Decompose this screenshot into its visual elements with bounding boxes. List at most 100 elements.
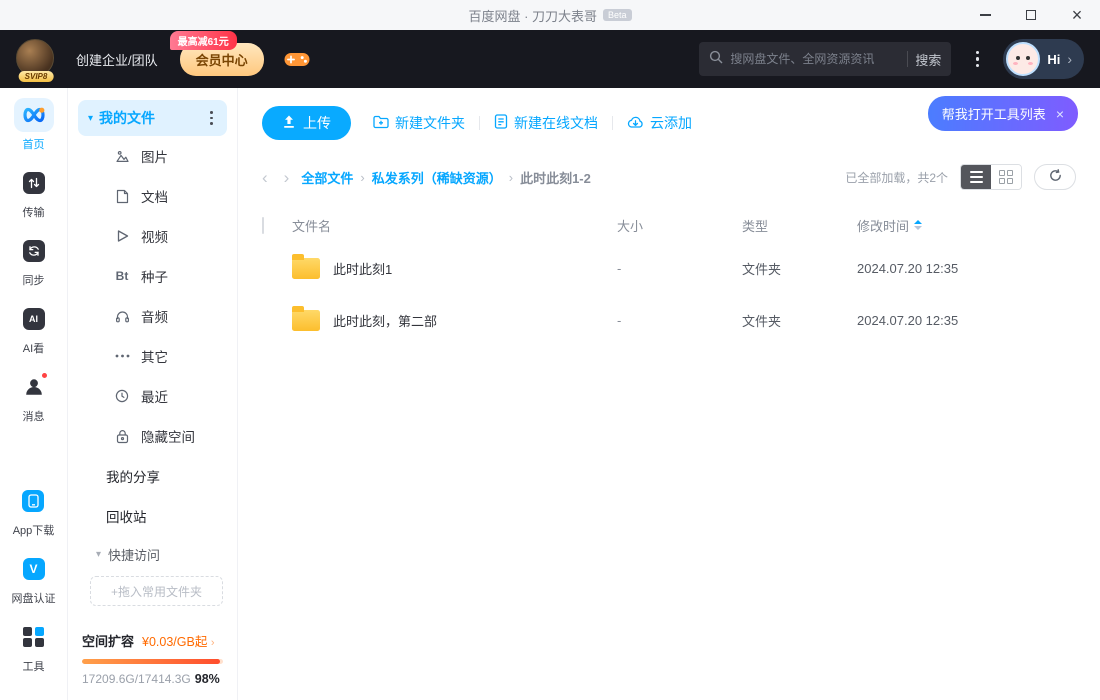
breadcrumb-separator: › <box>360 170 364 185</box>
column-header-name[interactable]: 文件名 <box>292 216 617 235</box>
titlebar: 百度网盘 · 刀刀大表哥 Beta × <box>0 0 1100 30</box>
assistant-tip-bubble[interactable]: 帮我打开工具列表 × <box>928 96 1078 131</box>
sidebar-item-videos[interactable]: 视频 <box>78 216 227 256</box>
ai-view-icon: AI <box>14 302 54 336</box>
game-center-icon[interactable] <box>284 51 310 68</box>
app-download-icon <box>13 484 53 518</box>
video-icon <box>114 229 130 243</box>
storage-price-link[interactable]: ¥0.03/GB起 › <box>142 631 214 650</box>
file-type: 文件夹 <box>742 311 857 330</box>
sidebar-item-audio[interactable]: 音频 <box>78 296 227 336</box>
assistant-avatar-pill[interactable]: Hi › <box>1003 39 1084 79</box>
sidebar-item-torrents[interactable]: Bt 种子 <box>78 256 227 296</box>
rail-label-tools: 工具 <box>23 658 45 674</box>
grid-view-button[interactable] <box>991 165 1021 189</box>
rail-label-home: 首页 <box>23 136 45 152</box>
sidebar-item-others[interactable]: 其它 <box>78 336 227 376</box>
beta-badge: Beta <box>603 9 632 21</box>
sidebar-item-my-shares[interactable]: 我的分享 <box>78 456 227 496</box>
recycle-bin-label: 回收站 <box>106 506 147 526</box>
close-button[interactable]: × <box>1054 0 1100 30</box>
new-folder-button[interactable]: 新建文件夹 <box>373 113 465 133</box>
storage-panel: 空间扩容 ¥0.03/GB起 › 17209.6G/17414.3G 98% <box>78 631 227 686</box>
rail-item-tools[interactable]: 工具 <box>14 620 54 674</box>
notification-dot <box>41 372 48 379</box>
rail-label-ai: AI看 <box>23 340 44 356</box>
refresh-button[interactable] <box>1034 164 1076 190</box>
column-header-type[interactable]: 类型 <box>742 216 857 235</box>
search-input[interactable] <box>730 52 900 66</box>
sidebar-item-recycle-bin[interactable]: 回收站 <box>78 496 227 536</box>
file-modified: 2024.07.20 12:35 <box>857 261 1076 276</box>
file-size: - <box>617 261 742 276</box>
search-button[interactable]: 搜索 <box>915 50 941 69</box>
storage-usage-text: 17209.6G/17414.3G <box>82 672 191 686</box>
account-avatar[interactable]: SVIP8 <box>16 39 56 79</box>
my-files-more-icon[interactable] <box>206 107 217 128</box>
app-window: 百度网盘 · 刀刀大表哥 Beta × SVIP8 创建企业/团队 会员中心 最… <box>0 0 1100 700</box>
assistant-tip-text: 帮我打开工具列表 <box>942 104 1046 123</box>
column-header-size[interactable]: 大小 <box>617 216 742 235</box>
transfer-icon <box>14 166 54 200</box>
new-doc-icon <box>494 114 508 132</box>
minimize-button[interactable] <box>962 0 1008 30</box>
assistant-avatar <box>1006 42 1040 76</box>
chevron-right-icon: › <box>211 637 215 649</box>
assistant-greeting: Hi <box>1047 52 1060 67</box>
table-row[interactable]: 此时此刻，第二部 - 文件夹 2024.07.20 12:35 <box>262 294 1076 346</box>
sidebar-label: 音频 <box>141 306 168 326</box>
rail-item-messages[interactable]: 消息 <box>14 370 54 424</box>
breadcrumb-item-series[interactable]: 私发系列（稀缺资源） <box>372 168 502 187</box>
maximize-button[interactable] <box>1008 0 1054 30</box>
toolbar-divider <box>479 116 480 130</box>
sidebar-item-hidden-space[interactable]: 隐藏空间 <box>78 416 227 456</box>
sidebar-item-quick-access[interactable]: ▾ 快捷访问 <box>78 536 227 572</box>
home-icon <box>14 98 54 132</box>
drop-folder-hint[interactable]: +拖入常用文件夹 <box>90 576 223 606</box>
bt-icon: Bt <box>114 269 130 283</box>
cloud-add-button[interactable]: 云添加 <box>627 113 692 133</box>
rail-item-home[interactable]: 首页 <box>14 98 54 152</box>
storage-progress-fill <box>82 659 220 664</box>
sidebar-label: 种子 <box>141 266 168 286</box>
cloud-add-icon <box>627 115 644 132</box>
select-all-checkbox[interactable] <box>262 217 264 234</box>
sidebar-item-my-files[interactable]: ▾ 我的文件 <box>78 100 227 136</box>
file-name: 此时此刻，第二部 <box>333 311 437 330</box>
new-online-doc-button[interactable]: 新建在线文档 <box>494 113 598 133</box>
upload-button[interactable]: 上传 <box>262 106 351 140</box>
search-divider <box>907 51 908 67</box>
my-shares-label: 我的分享 <box>106 466 160 486</box>
breadcrumb-item-all-files[interactable]: 全部文件 <box>301 168 353 187</box>
tools-icon <box>14 620 54 654</box>
search-box: 搜索 <box>699 42 951 76</box>
rail-item-sync[interactable]: 同步 <box>14 234 54 288</box>
refresh-icon <box>1049 169 1062 185</box>
discount-badge: 最高减61元 <box>170 31 237 50</box>
window-title: 百度网盘 · 刀刀大表哥 Beta <box>468 6 631 25</box>
member-center-button[interactable]: 会员中心 最高减61元 <box>180 43 264 76</box>
sidebar-item-documents[interactable]: 文档 <box>78 176 227 216</box>
sidebar-item-pictures[interactable]: 图片 <box>78 136 227 176</box>
more-menu-icon[interactable] <box>963 45 991 73</box>
load-status-text: 已全部加载，共2个 <box>845 169 948 186</box>
rail-item-certification[interactable]: V 网盘认证 <box>12 552 56 606</box>
rail-item-transfer[interactable]: 传输 <box>14 166 54 220</box>
forward-button[interactable]: › <box>284 169 290 186</box>
create-team-link[interactable]: 创建企业/团队 <box>76 50 158 69</box>
list-view-button[interactable] <box>961 165 991 189</box>
table-row[interactable]: 此时此刻1 - 文件夹 2024.07.20 12:35 <box>262 242 1076 294</box>
list-view-icon <box>970 171 983 182</box>
rail-item-app-download[interactable]: App下载 <box>13 484 55 538</box>
left-rail: 首页 传输 同步 AI AI看 <box>0 88 68 700</box>
sidebar-item-recent[interactable]: 最近 <box>78 376 227 416</box>
rail-label-sync: 同步 <box>23 272 45 288</box>
assistant-tip-close-icon[interactable]: × <box>1056 106 1064 122</box>
quick-access-label: 快捷访问 <box>108 545 160 564</box>
sort-icon[interactable] <box>914 220 922 230</box>
rail-item-ai[interactable]: AI AI看 <box>14 302 54 356</box>
column-header-modified[interactable]: 修改时间 <box>857 216 909 235</box>
main-content: 帮我打开工具列表 × 上传 新建文件夹 新建在线文档 <box>238 88 1100 700</box>
grid-view-icon <box>999 170 1013 184</box>
back-button[interactable]: ‹ <box>262 169 268 186</box>
